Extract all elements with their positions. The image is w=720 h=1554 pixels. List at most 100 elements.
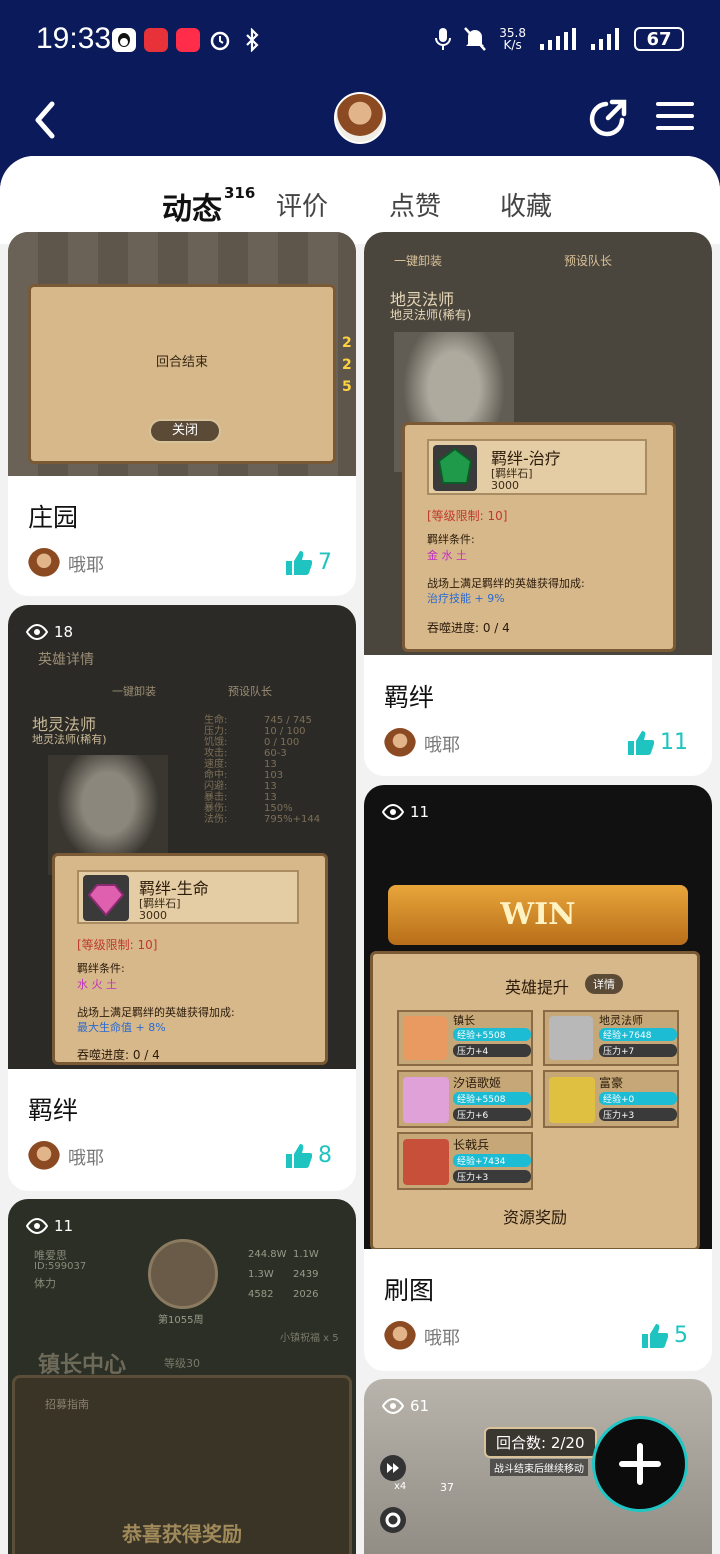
detail-button: 详情 bbox=[585, 974, 623, 994]
like-button[interactable]: 8 bbox=[286, 1143, 332, 1168]
hero-slot: 长戟兵 经验+7434 压力+3 bbox=[397, 1132, 533, 1190]
post-image[interactable]: 唯爱思 ID:599037 体力 第1055周 244.8W 1.1W 1.3W… bbox=[8, 1199, 356, 1554]
hero-stress: 压力+4 bbox=[453, 1044, 531, 1057]
menu-button[interactable] bbox=[656, 102, 694, 134]
player-portrait bbox=[148, 1239, 218, 1309]
img-text: 小镇祝福 x 5 bbox=[280, 1333, 339, 1344]
status-bar: 19:33 35.8 K/s 67 bbox=[0, 0, 720, 84]
img-text: 预设队长 bbox=[228, 685, 272, 698]
hero-slot: 地灵法师 经验+7648 压力+7 bbox=[543, 1010, 679, 1066]
bonus-label: 战场上满足羁绊的英雄获得加成: bbox=[427, 577, 585, 590]
level-limit: [等级限制: 10] bbox=[77, 938, 158, 952]
img-text: 一键卸装 bbox=[112, 685, 156, 698]
emerald-gem-icon bbox=[433, 445, 477, 491]
item-header: 羁绊-生命 [羁绊石] 3000 bbox=[77, 870, 299, 924]
hero-stress: 压力+7 bbox=[599, 1044, 677, 1057]
share-button[interactable] bbox=[588, 98, 628, 138]
view-count: 11 bbox=[382, 803, 429, 821]
qq-icon bbox=[112, 28, 136, 52]
post-image[interactable]: 英雄详情 一键卸装 预设队长 地灵法师 地灵法师(稀有) 生命: 压力: 饥饿:… bbox=[8, 605, 356, 1069]
bonus-value: 最大生命值 + 8% bbox=[77, 1021, 166, 1034]
item-tooltip: 羁绊-治疗 [羁绊石] 3000 [等级限制: 10] 羁绊条件: 金 水 土 … bbox=[402, 422, 676, 652]
post-card[interactable]: 唯爱思 ID:599037 体力 第1055周 244.8W 1.1W 1.3W… bbox=[8, 1199, 356, 1554]
like-button[interactable]: 7 bbox=[286, 550, 332, 575]
top-bar bbox=[0, 84, 720, 164]
post-card[interactable]: 回合结束 关闭 2 2 5 庄园 哦耶 7 bbox=[8, 232, 356, 596]
post-image[interactable]: WIN 英雄提升 详情 镇长 经验+5508 压力+4 地灵法师 经验+7648… bbox=[364, 785, 712, 1249]
profile-avatar[interactable] bbox=[334, 92, 386, 144]
tab-reviews[interactable]: 评价 bbox=[276, 186, 328, 223]
content-sheet: 动态 316 评价 点赞 收藏 回合结束 关闭 2 2 5 庄园 哦耶 7 一键… bbox=[0, 156, 720, 1554]
stat: 速度: bbox=[204, 759, 228, 770]
notification-icons bbox=[112, 28, 264, 52]
xiaohongshu-icon bbox=[176, 28, 200, 52]
stat-labels: 生命: 压力: 饥饿: 攻击: 速度: 命中: 闪避: 暴击: 暴伤: 法伤: bbox=[204, 715, 227, 825]
post-card[interactable]: 一键卸装 预设队长 地灵法师 地灵法师(稀有) 羁绊-治疗 [羁绊石] 3000… bbox=[364, 232, 712, 776]
eye-icon bbox=[26, 624, 48, 640]
tab-favorites[interactable]: 收藏 bbox=[500, 186, 552, 223]
resources-label: 资源奖励 bbox=[502, 1208, 567, 1227]
view-count: 11 bbox=[26, 1217, 73, 1235]
hero-exp: 经验+7648 bbox=[599, 1028, 677, 1041]
author-name: 哦耶 bbox=[68, 555, 104, 576]
view-number: 18 bbox=[54, 623, 74, 641]
clock: 19:33 bbox=[36, 22, 112, 55]
count: 5 bbox=[342, 379, 352, 395]
view-count: 61 bbox=[382, 1397, 429, 1415]
item-price: 3000 bbox=[491, 479, 519, 492]
post-author[interactable]: 哦耶 bbox=[384, 728, 460, 760]
mute-bell-icon bbox=[464, 27, 487, 51]
stat: 暴击: bbox=[204, 792, 228, 803]
hero-exp: 经验+7434 bbox=[453, 1154, 531, 1167]
view-number: 61 bbox=[410, 1397, 430, 1415]
img-text: 第1055周 bbox=[158, 1315, 204, 1326]
stat-value: 13 bbox=[264, 759, 277, 770]
stat-value: 150% bbox=[264, 803, 293, 814]
back-button[interactable] bbox=[28, 100, 64, 140]
hero-avatar bbox=[549, 1077, 595, 1123]
tab-bar: 动态 316 评价 点赞 收藏 bbox=[0, 156, 720, 244]
hero-slot: 镇长 经验+5508 压力+4 bbox=[397, 1010, 533, 1066]
signal-1-icon bbox=[540, 28, 576, 50]
img-text: 体力 bbox=[34, 1277, 56, 1290]
img-text: ID:599037 bbox=[34, 1261, 87, 1272]
post-image[interactable]: 回合结束 关闭 2 2 5 bbox=[8, 232, 356, 476]
hero-name: 镇长 bbox=[453, 1014, 475, 1027]
like-count: 5 bbox=[674, 1323, 688, 1348]
post-card[interactable]: WIN 英雄提升 详情 镇长 经验+5508 压力+4 地灵法师 经验+7648… bbox=[364, 785, 712, 1371]
view-number: 11 bbox=[54, 1217, 74, 1235]
level-limit: [等级限制: 10] bbox=[427, 509, 508, 523]
post-image[interactable]: 一键卸装 预设队长 地灵法师 地灵法师(稀有) 羁绊-治疗 [羁绊石] 3000… bbox=[364, 232, 712, 655]
thumbs-up-icon bbox=[628, 730, 654, 755]
post-author[interactable]: 哦耶 bbox=[28, 548, 104, 580]
post-card[interactable]: 英雄详情 一键卸装 预设队长 地灵法师 地灵法师(稀有) 生命: 压力: 饥饿:… bbox=[8, 605, 356, 1191]
author-name: 哦耶 bbox=[68, 1148, 104, 1169]
post-title: 庄园 bbox=[28, 503, 79, 532]
close-dialog-button: 关闭 bbox=[149, 419, 221, 443]
like-count: 8 bbox=[318, 1143, 332, 1168]
post-author[interactable]: 哦耶 bbox=[384, 1321, 460, 1353]
create-post-button[interactable] bbox=[592, 1416, 688, 1512]
stat-value: 795%+144 bbox=[264, 814, 321, 825]
tab-activity[interactable]: 动态 bbox=[162, 184, 222, 228]
hero-stress: 压力+3 bbox=[453, 1170, 531, 1183]
author-avatar bbox=[384, 1321, 416, 1353]
res-value: 2026 bbox=[293, 1289, 319, 1300]
author-avatar bbox=[28, 1141, 60, 1173]
like-button[interactable]: 5 bbox=[642, 1323, 688, 1348]
hero-stress: 压力+3 bbox=[599, 1108, 677, 1121]
hero-slot: 汐语歌姬 经验+5508 压力+6 bbox=[397, 1070, 533, 1128]
post-title: 羁绊 bbox=[28, 1096, 79, 1125]
hero-avatar bbox=[549, 1016, 593, 1060]
stat: 闪避: bbox=[204, 781, 228, 792]
like-button[interactable]: 11 bbox=[628, 730, 688, 755]
battery-indicator: 67 bbox=[634, 27, 684, 51]
author-avatar bbox=[28, 548, 60, 580]
img-text: 地灵法师(稀有) bbox=[32, 733, 107, 746]
hero-stress: 压力+6 bbox=[453, 1108, 531, 1121]
tab-likes[interactable]: 点赞 bbox=[389, 186, 441, 223]
img-text: 37 bbox=[440, 1481, 454, 1494]
thumbs-up-icon bbox=[286, 550, 312, 575]
post-author[interactable]: 哦耶 bbox=[28, 1141, 104, 1173]
post-title: 刷图 bbox=[384, 1276, 435, 1305]
